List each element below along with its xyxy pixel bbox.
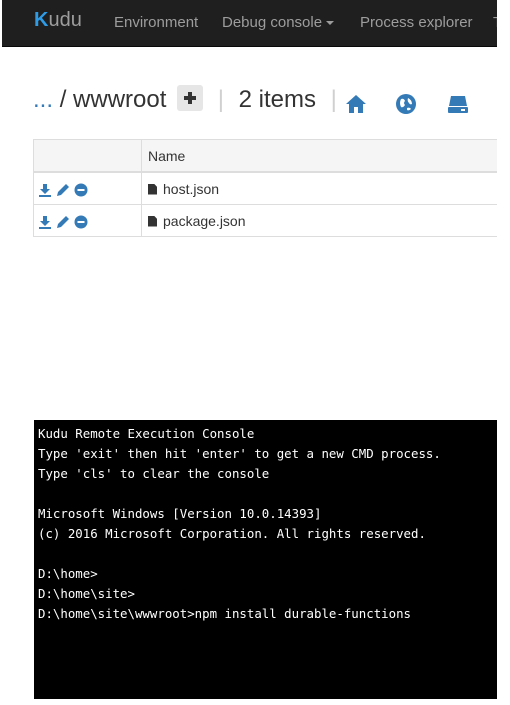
file-icon [148, 215, 157, 227]
pencil-icon[interactable] [56, 215, 70, 229]
item-count: 2 items [238, 86, 316, 113]
console-line: Kudu Remote Execution Console [38, 426, 255, 441]
file-icon [148, 183, 157, 195]
file-name[interactable]: host.json [163, 181, 219, 197]
file-table: Name host.json package.json [33, 139, 497, 237]
separator: | [330, 86, 337, 113]
nav-debug-console[interactable]: Debug console [222, 14, 335, 31]
minus-circle-icon[interactable] [74, 215, 88, 229]
add-new-button[interactable] [177, 84, 204, 111]
separator: | [217, 86, 224, 113]
breadcrumb: ... / wwwroot | 2 items | [33, 84, 345, 120]
breadcrumb-slash: / [59, 86, 67, 113]
logo-k: K [34, 9, 49, 31]
console-line: Type 'exit' then hit 'enter' to get a ne… [38, 446, 441, 461]
actions-column-header [33, 139, 142, 173]
nav-environment[interactable]: Environment [114, 14, 198, 31]
table-row: package.json [33, 204, 497, 237]
breadcrumb-parent-link[interactable]: ... [33, 86, 53, 113]
console-line: D:\home\site> [38, 586, 135, 601]
nav-process-explorer[interactable]: Process explorer [360, 14, 473, 31]
nav-tools[interactable]: T [493, 14, 497, 31]
logo-text: udu [48, 9, 82, 31]
row-actions [33, 204, 142, 237]
console-line: Microsoft Windows [Version 10.0.14393] [38, 506, 322, 521]
breadcrumb-current-folder: wwwroot [73, 86, 167, 113]
caret-down-icon [326, 21, 335, 26]
file-name-cell[interactable]: package.json [141, 204, 497, 237]
download-icon[interactable] [38, 183, 52, 197]
download-icon[interactable] [38, 215, 52, 229]
console-line: (c) 2016 Microsoft Corporation. All righ… [38, 526, 426, 541]
remote-console[interactable]: Kudu Remote Execution Console Type 'exit… [34, 420, 497, 699]
table-row: host.json [33, 171, 497, 205]
pencil-icon[interactable] [56, 183, 70, 197]
top-navbar: Kudu Environment Debug console Process e… [2, 0, 497, 47]
globe-icon[interactable] [394, 92, 418, 116]
console-line: D:\home> [38, 566, 98, 581]
console-line: Type 'cls' to clear the console [38, 466, 270, 481]
file-name[interactable]: package.json [163, 213, 246, 229]
name-column-header[interactable]: Name [141, 139, 497, 173]
row-actions [33, 171, 142, 205]
drive-icon[interactable] [446, 92, 470, 116]
file-name-cell[interactable]: host.json [141, 171, 497, 205]
nav-debug-console-label: Debug console [222, 14, 323, 31]
minus-circle-icon[interactable] [74, 183, 88, 197]
kudu-logo[interactable]: Kudu [34, 9, 82, 32]
console-input-line[interactable]: D:\home\site\wwwroot>npm install durable… [38, 604, 497, 624]
home-icon[interactable] [344, 92, 368, 116]
table-header-row: Name [33, 139, 497, 173]
